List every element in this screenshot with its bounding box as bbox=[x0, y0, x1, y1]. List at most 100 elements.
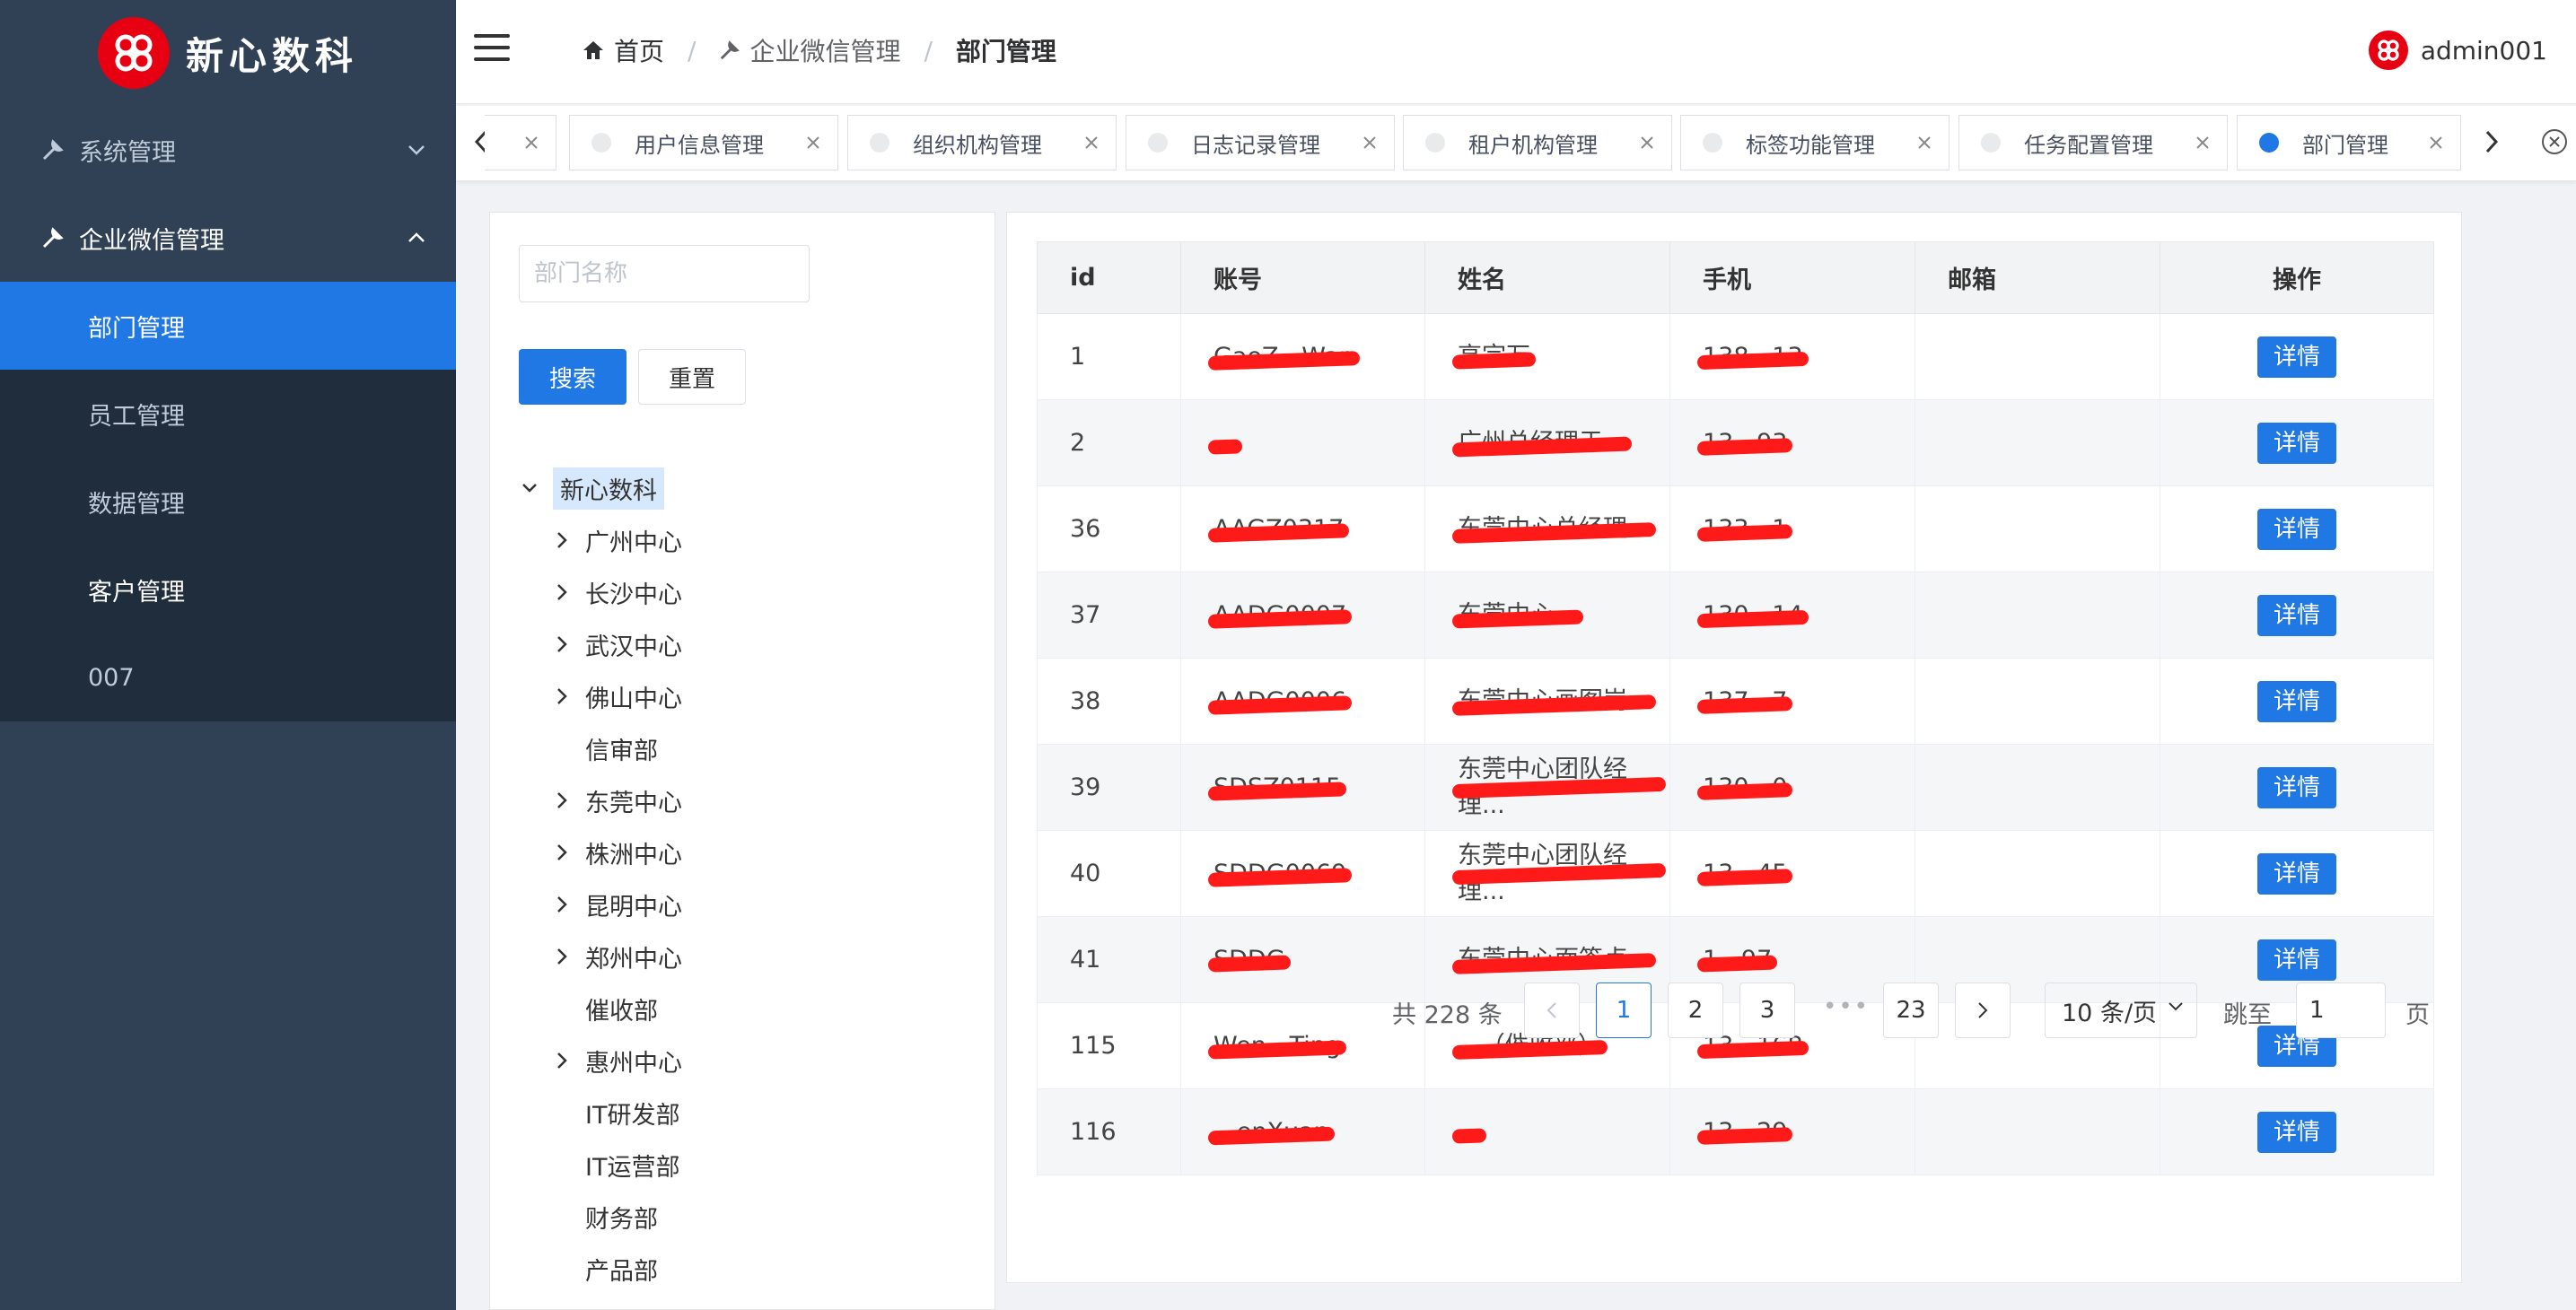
cell-account: GaoZ...Wan bbox=[1180, 313, 1425, 400]
wrench-icon bbox=[721, 40, 740, 60]
page-size-select[interactable]: 10 条/页 bbox=[2045, 982, 2197, 1038]
tree-node[interactable]: 催收部 bbox=[517, 982, 966, 1035]
chevron-right-icon[interactable] bbox=[549, 892, 574, 917]
chevron-down-icon[interactable] bbox=[517, 476, 542, 501]
sidebar-item-dept[interactable]: 部门管理 bbox=[0, 282, 456, 370]
tab-tenant[interactable]: 租户机构管理 bbox=[1403, 115, 1672, 170]
chevron-down-icon bbox=[406, 139, 427, 161]
cell-name: 东莞中心团队经理... bbox=[1424, 830, 1670, 917]
table-row: 40 SDDG0069 东莞中心团队经理... 13...45 详情 bbox=[1037, 830, 2434, 917]
tree-node-label: 东莞中心 bbox=[585, 789, 682, 817]
close-icon[interactable] bbox=[2428, 135, 2444, 151]
search-button[interactable]: 搜索 bbox=[519, 349, 626, 405]
cell-name: 东莞中心... bbox=[1424, 572, 1670, 659]
sidebar-item-007[interactable]: 007 bbox=[0, 633, 456, 721]
tree-node[interactable]: 广州中心 bbox=[517, 514, 966, 566]
tab-user-info[interactable]: 用户信息管理 bbox=[569, 115, 838, 170]
chevron-right-icon[interactable] bbox=[549, 788, 574, 813]
chevron-right-icon[interactable] bbox=[549, 684, 574, 709]
tree-node[interactable]: 惠州中心 bbox=[517, 1035, 966, 1087]
chevron-right-icon[interactable] bbox=[549, 632, 574, 657]
sidebar-item-staff[interactable]: 员工管理 bbox=[0, 370, 456, 458]
tree-node-label: 财务部 bbox=[585, 1205, 658, 1234]
page-button-3[interactable]: 3 bbox=[1739, 982, 1795, 1038]
prev-page-button[interactable] bbox=[1524, 982, 1580, 1038]
detail-button[interactable]: 详情 bbox=[2257, 939, 2336, 981]
tree-node[interactable]: 产品部 bbox=[517, 1243, 966, 1295]
chevron-right-icon[interactable] bbox=[549, 528, 574, 553]
cell-phone-text: 13...29 bbox=[1703, 1114, 1787, 1150]
cell-id: 1 bbox=[1037, 313, 1181, 400]
detail-button[interactable]: 详情 bbox=[2257, 508, 2336, 550]
tree-root[interactable]: 新心数科 bbox=[517, 462, 966, 514]
close-icon[interactable] bbox=[523, 135, 539, 151]
breadcrumb-wechat[interactable]: 企业微信管理 bbox=[719, 32, 900, 68]
tree-node[interactable]: 郑州中心 bbox=[517, 930, 966, 982]
close-icon[interactable] bbox=[1916, 135, 1932, 151]
cell-actions: 详情 bbox=[2160, 1088, 2434, 1175]
user-menu[interactable]: admin001 bbox=[2368, 31, 2547, 70]
detail-button[interactable]: 详情 bbox=[2257, 594, 2336, 636]
tree-node-label: 催收部 bbox=[585, 997, 658, 1026]
tree-node[interactable]: 东莞中心 bbox=[517, 774, 966, 826]
page-button-2[interactable]: 2 bbox=[1668, 982, 1723, 1038]
sidebar-group-system[interactable]: 系统管理 bbox=[0, 106, 456, 194]
tab-log[interactable]: 日志记录管理 bbox=[1126, 115, 1395, 170]
sidebar-group-wechat[interactable]: 企业微信管理 bbox=[0, 194, 456, 282]
breadcrumb-current: 部门管理 bbox=[955, 37, 1056, 66]
app-root: 新心数科 系统管理 企业微信管理 部门管理 员工管理 数据管理 客户管理 007… bbox=[0, 0, 2576, 1310]
detail-button[interactable]: 详情 bbox=[2257, 766, 2336, 808]
sidebar-item-customer[interactable]: 客户管理 bbox=[0, 546, 456, 633]
chevron-left-icon bbox=[1546, 1002, 1556, 1018]
cell-email bbox=[1914, 744, 2160, 831]
close-icon[interactable] bbox=[2195, 135, 2211, 151]
tree-node[interactable]: 长沙中心 bbox=[517, 566, 966, 618]
page-button-last[interactable]: 23 bbox=[1883, 982, 1939, 1038]
detail-button[interactable]: 详情 bbox=[2257, 852, 2336, 895]
tree-children: 广州中心 长沙中心 武汉中心 佛山中心 信审部东莞中心株洲中心 昆明中心 郑州中心催收部惠州… bbox=[517, 514, 966, 1309]
tree-node[interactable]: 财务部 bbox=[517, 1191, 966, 1243]
tab-org[interactable]: 组织机构管理 bbox=[847, 115, 1117, 170]
chevron-right-icon[interactable] bbox=[549, 840, 574, 865]
tree-node[interactable]: 株洲中心 bbox=[517, 826, 966, 878]
chevron-right-icon[interactable] bbox=[549, 580, 574, 605]
close-icon[interactable] bbox=[1362, 135, 1378, 151]
tree-node[interactable]: IT研发部 bbox=[517, 1087, 966, 1139]
close-icon[interactable] bbox=[1639, 135, 1655, 151]
tab-partial[interactable] bbox=[485, 115, 556, 170]
hamburger-icon[interactable] bbox=[474, 34, 510, 61]
cell-phone: 13...45 bbox=[1669, 830, 1915, 917]
reset-button[interactable]: 重置 bbox=[638, 349, 746, 405]
cell-account-text: ... bbox=[1214, 425, 1237, 461]
page-button-1[interactable]: 1 bbox=[1596, 982, 1652, 1038]
jump-page-input[interactable] bbox=[2296, 982, 2386, 1038]
tab-task[interactable]: 任务配置管理 bbox=[1958, 115, 2228, 170]
detail-button[interactable]: 详情 bbox=[2257, 422, 2336, 464]
tree-node[interactable]: 创新部 bbox=[517, 1295, 966, 1309]
tree-node[interactable]: 佛山中心 bbox=[517, 670, 966, 722]
tree-node[interactable]: IT运营部 bbox=[517, 1139, 966, 1191]
close-all-icon[interactable] bbox=[2537, 124, 2572, 160]
tree-node[interactable]: 武汉中心 bbox=[517, 618, 966, 670]
close-icon[interactable] bbox=[805, 135, 821, 151]
sidebar-item-data[interactable]: 数据管理 bbox=[0, 458, 456, 546]
detail-button[interactable]: 详情 bbox=[2257, 336, 2336, 378]
wrench-icon bbox=[39, 224, 66, 251]
breadcrumb-home[interactable]: 首页 bbox=[582, 32, 664, 68]
cell-account-text: SDSZ0115 bbox=[1214, 770, 1341, 806]
tab-dept[interactable]: 部门管理 bbox=[2237, 115, 2461, 170]
close-icon[interactable] bbox=[1083, 135, 1100, 151]
page-ellipsis[interactable]: ••• bbox=[1823, 993, 1870, 1020]
chevron-right-icon[interactable] bbox=[549, 944, 574, 969]
next-page-button[interactable] bbox=[1955, 982, 2011, 1038]
detail-button[interactable]: 详情 bbox=[2257, 1111, 2336, 1153]
cell-id-text: 36 bbox=[1070, 514, 1101, 543]
tab-tags[interactable]: 标签功能管理 bbox=[1680, 115, 1950, 170]
chevron-right-icon[interactable] bbox=[2474, 124, 2510, 160]
detail-button[interactable]: 详情 bbox=[2257, 680, 2336, 722]
cell-account: SDSZ0115 bbox=[1180, 744, 1425, 831]
dept-name-input[interactable] bbox=[519, 245, 810, 302]
tree-node[interactable]: 昆明中心 bbox=[517, 878, 966, 930]
tree-node[interactable]: 信审部 bbox=[517, 722, 966, 774]
chevron-right-icon[interactable] bbox=[549, 1048, 574, 1073]
